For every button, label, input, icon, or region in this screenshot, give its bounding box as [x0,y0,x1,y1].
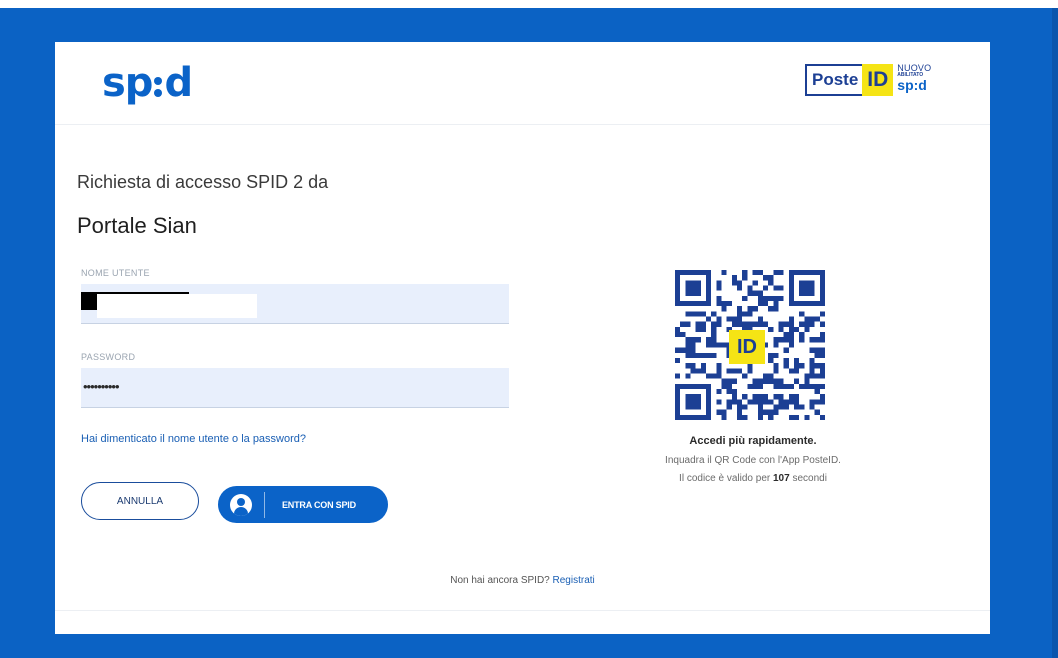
top-strip [0,0,1058,8]
qr-id-badge: ID [729,330,765,364]
poste-word: Poste [812,70,859,89]
spid-logo-sp: sp [102,60,153,106]
redaction-cover [97,294,257,318]
spid-logo-colon [154,72,163,102]
redaction-block [81,292,97,310]
qr-title: Accedi più rapidamente. [689,435,817,447]
username-label: NOME UTENTE [81,268,150,278]
card-header: sp d Poste ID NUOVO ABILITATO sp:d [55,42,990,125]
register-text: Non hai ancora SPID? [450,575,553,586]
qr-validity-seconds: 107 [773,473,790,484]
qr-validity-suffix: secondi [789,473,827,484]
qr-instruction: Inquadra il QR Code con l'App PosteID. [665,455,841,466]
enter-with-spid-button[interactable]: ENTRA CON SPID [218,486,388,523]
register-prompt: Non hai ancora SPID? Registrati [55,575,990,586]
poste-id-mark: ID [862,64,894,96]
window-edge [1052,8,1058,658]
spid-logo: sp d [102,56,193,110]
register-link[interactable]: Registrati [553,575,595,586]
poste-side-label: NUOVO ABILITATO sp:d [897,64,931,100]
service-name: Portale Sian [77,213,197,238]
user-icon [230,493,252,516]
password-field[interactable] [81,368,509,408]
qr-validity: Il codice è valido per 107 secondi [603,473,903,484]
request-title: Richiesta di accesso SPID 2 da [77,172,329,192]
footer-divider [55,610,990,611]
spid-logo-d: d [164,60,193,106]
qr-validity-prefix: Il codice è valido per [679,473,773,484]
poste-spid: sp:d [897,77,927,93]
cancel-button[interactable]: ANNULLA [81,482,199,520]
password-value: •••••••••• [83,379,120,394]
posteid-box: Poste ID [805,64,894,96]
enter-button-label: ENTRA CON SPID [282,499,356,510]
posteid-badge: Poste ID NUOVO ABILITATO sp:d [805,64,955,100]
password-label: PASSWORD [81,352,136,362]
enter-icon-wrap [218,491,265,518]
cancel-button-label: ANNULLA [116,495,164,507]
login-card: sp d Poste ID NUOVO ABILITATO sp:d Richie… [55,42,990,634]
forgot-credentials-link[interactable]: Hai dimenticato il nome utente o la pass… [81,433,306,445]
